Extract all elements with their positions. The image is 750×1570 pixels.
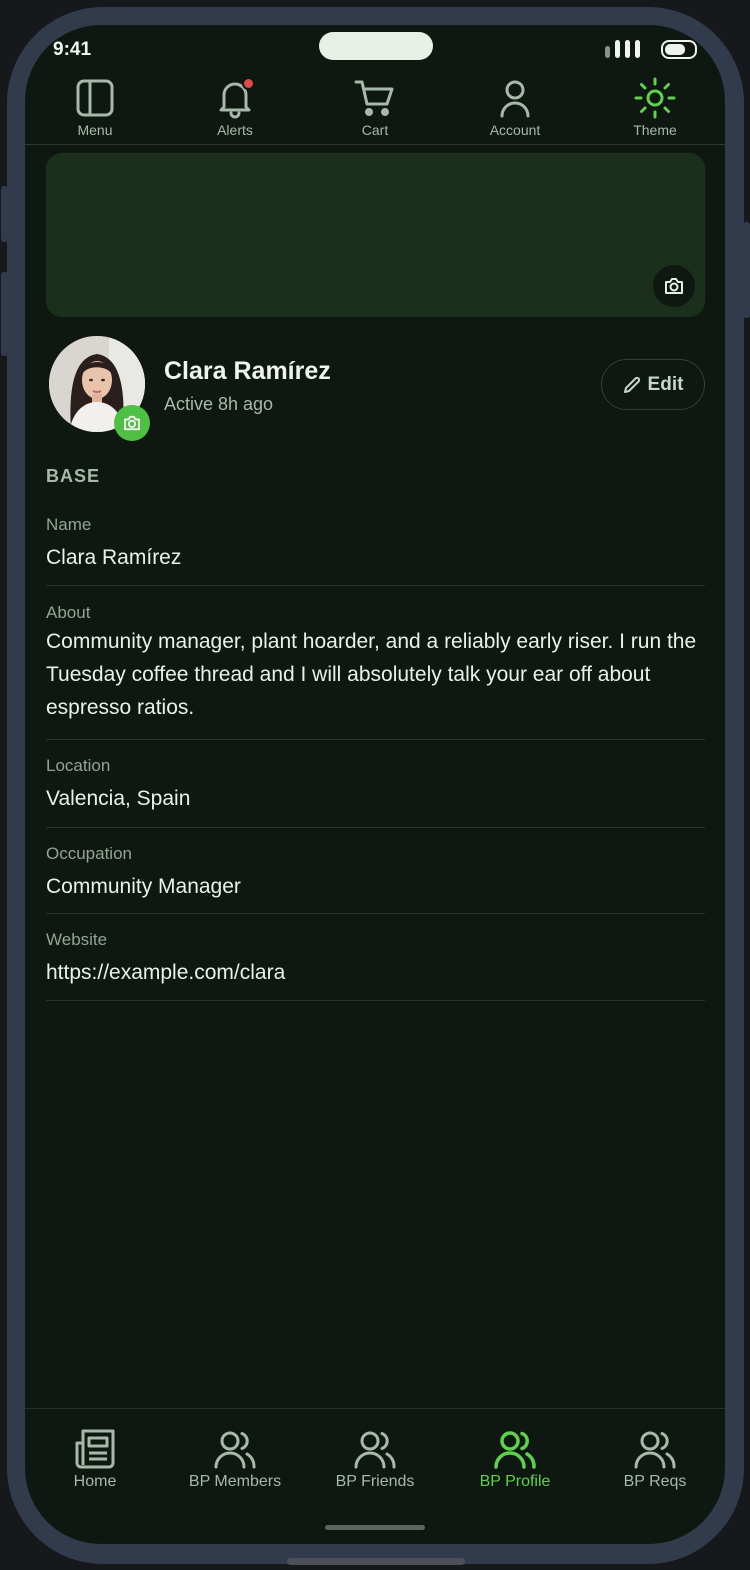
top-nav-label: Theme	[633, 122, 677, 138]
phone-side-button	[743, 222, 750, 318]
field-label: Location	[46, 756, 111, 775]
top-nav-alerts[interactable]: Alerts	[175, 77, 295, 138]
top-nav-theme[interactable]: Theme	[595, 77, 715, 138]
profile-name: Clara Ramírez	[164, 357, 331, 385]
notification-dot	[242, 77, 255, 90]
camera-icon	[665, 278, 683, 294]
bottom-nav-label: BP Profile	[479, 1473, 551, 1490]
bottom-nav-bp-reqs[interactable]: BP Reqs	[585, 1427, 725, 1491]
camera-icon	[124, 415, 140, 431]
field-occupation: Occupation Community Manager	[46, 844, 705, 914]
users-icon	[354, 1431, 396, 1469]
battery-icon	[661, 40, 697, 59]
field-location: Location Valencia, Spain	[46, 756, 705, 828]
top-nav-label: Alerts	[217, 122, 253, 138]
field-label: About	[46, 603, 91, 622]
top-nav: Menu Alerts Cart Account Theme	[25, 77, 725, 145]
cover-photo	[46, 153, 705, 317]
edit-profile-button[interactable]: Edit	[601, 359, 705, 410]
change-cover-button[interactable]	[653, 265, 695, 307]
change-avatar-button[interactable]	[114, 405, 150, 441]
signal-icon	[605, 40, 640, 58]
field-about: About Community manager, plant hoarder, …	[46, 603, 705, 740]
field-label: Name	[46, 515, 92, 534]
phone-side-button	[1, 186, 8, 242]
pencil-icon	[623, 376, 640, 393]
users-icon	[494, 1431, 536, 1469]
bottom-nav-home[interactable]: Home	[25, 1427, 165, 1491]
top-nav-cart[interactable]: Cart	[315, 77, 435, 138]
bottom-nav-label: BP Reqs	[623, 1473, 687, 1490]
field-name: Name Clara Ramírez	[46, 515, 705, 586]
bottom-nav-label: Home	[73, 1473, 117, 1490]
top-nav-label: Account	[489, 122, 541, 138]
field-value: Clara Ramírez	[46, 546, 182, 569]
bottom-nav-bp-friends[interactable]: BP Friends	[305, 1427, 445, 1491]
profile-activity: Active 8h ago	[164, 394, 274, 414]
top-nav-label: Cart	[361, 122, 389, 138]
top-nav-account[interactable]: Account	[455, 77, 575, 138]
phone-side-button	[1, 272, 8, 356]
app-screen: 9:41 Menu Alerts Cart Account Theme Clar…	[25, 25, 725, 1544]
field-value: Community Manager	[46, 875, 241, 898]
bottom-nav-label: BP Members	[188, 1473, 282, 1490]
status-time: 9:41	[53, 39, 92, 60]
users-icon	[214, 1431, 256, 1469]
dynamic-island	[319, 32, 433, 60]
field-label: Occupation	[46, 844, 132, 863]
device-bottom-bar	[287, 1558, 465, 1565]
cart-icon	[354, 80, 394, 116]
field-label: Website	[46, 930, 108, 949]
sidebar-panel-icon	[76, 79, 114, 117]
home-indicator[interactable]	[325, 1525, 425, 1530]
top-nav-label: Menu	[77, 122, 113, 138]
bottom-nav-bp-profile[interactable]: BP Profile	[445, 1427, 585, 1491]
users-icon	[634, 1431, 676, 1469]
field-value: Community manager, plant hoarder, and a …	[46, 630, 697, 719]
field-value: Valencia, Spain	[46, 787, 191, 810]
field-website: Website https://example.com/clara	[46, 930, 705, 1001]
bottom-nav-label: BP Friends	[335, 1473, 415, 1490]
sun-icon	[634, 77, 676, 119]
newspaper-icon	[75, 1429, 115, 1469]
field-value[interactable]: https://example.com/clara	[46, 956, 705, 989]
edit-label: Edit	[647, 373, 684, 395]
user-icon	[500, 80, 530, 118]
top-nav-menu[interactable]: Menu	[35, 77, 155, 138]
bottom-nav: Home BP Members BP Friends BP Profile BP…	[25, 1408, 725, 1544]
section-title: BASE	[46, 466, 101, 486]
bottom-nav-bp-members[interactable]: BP Members	[165, 1427, 305, 1491]
